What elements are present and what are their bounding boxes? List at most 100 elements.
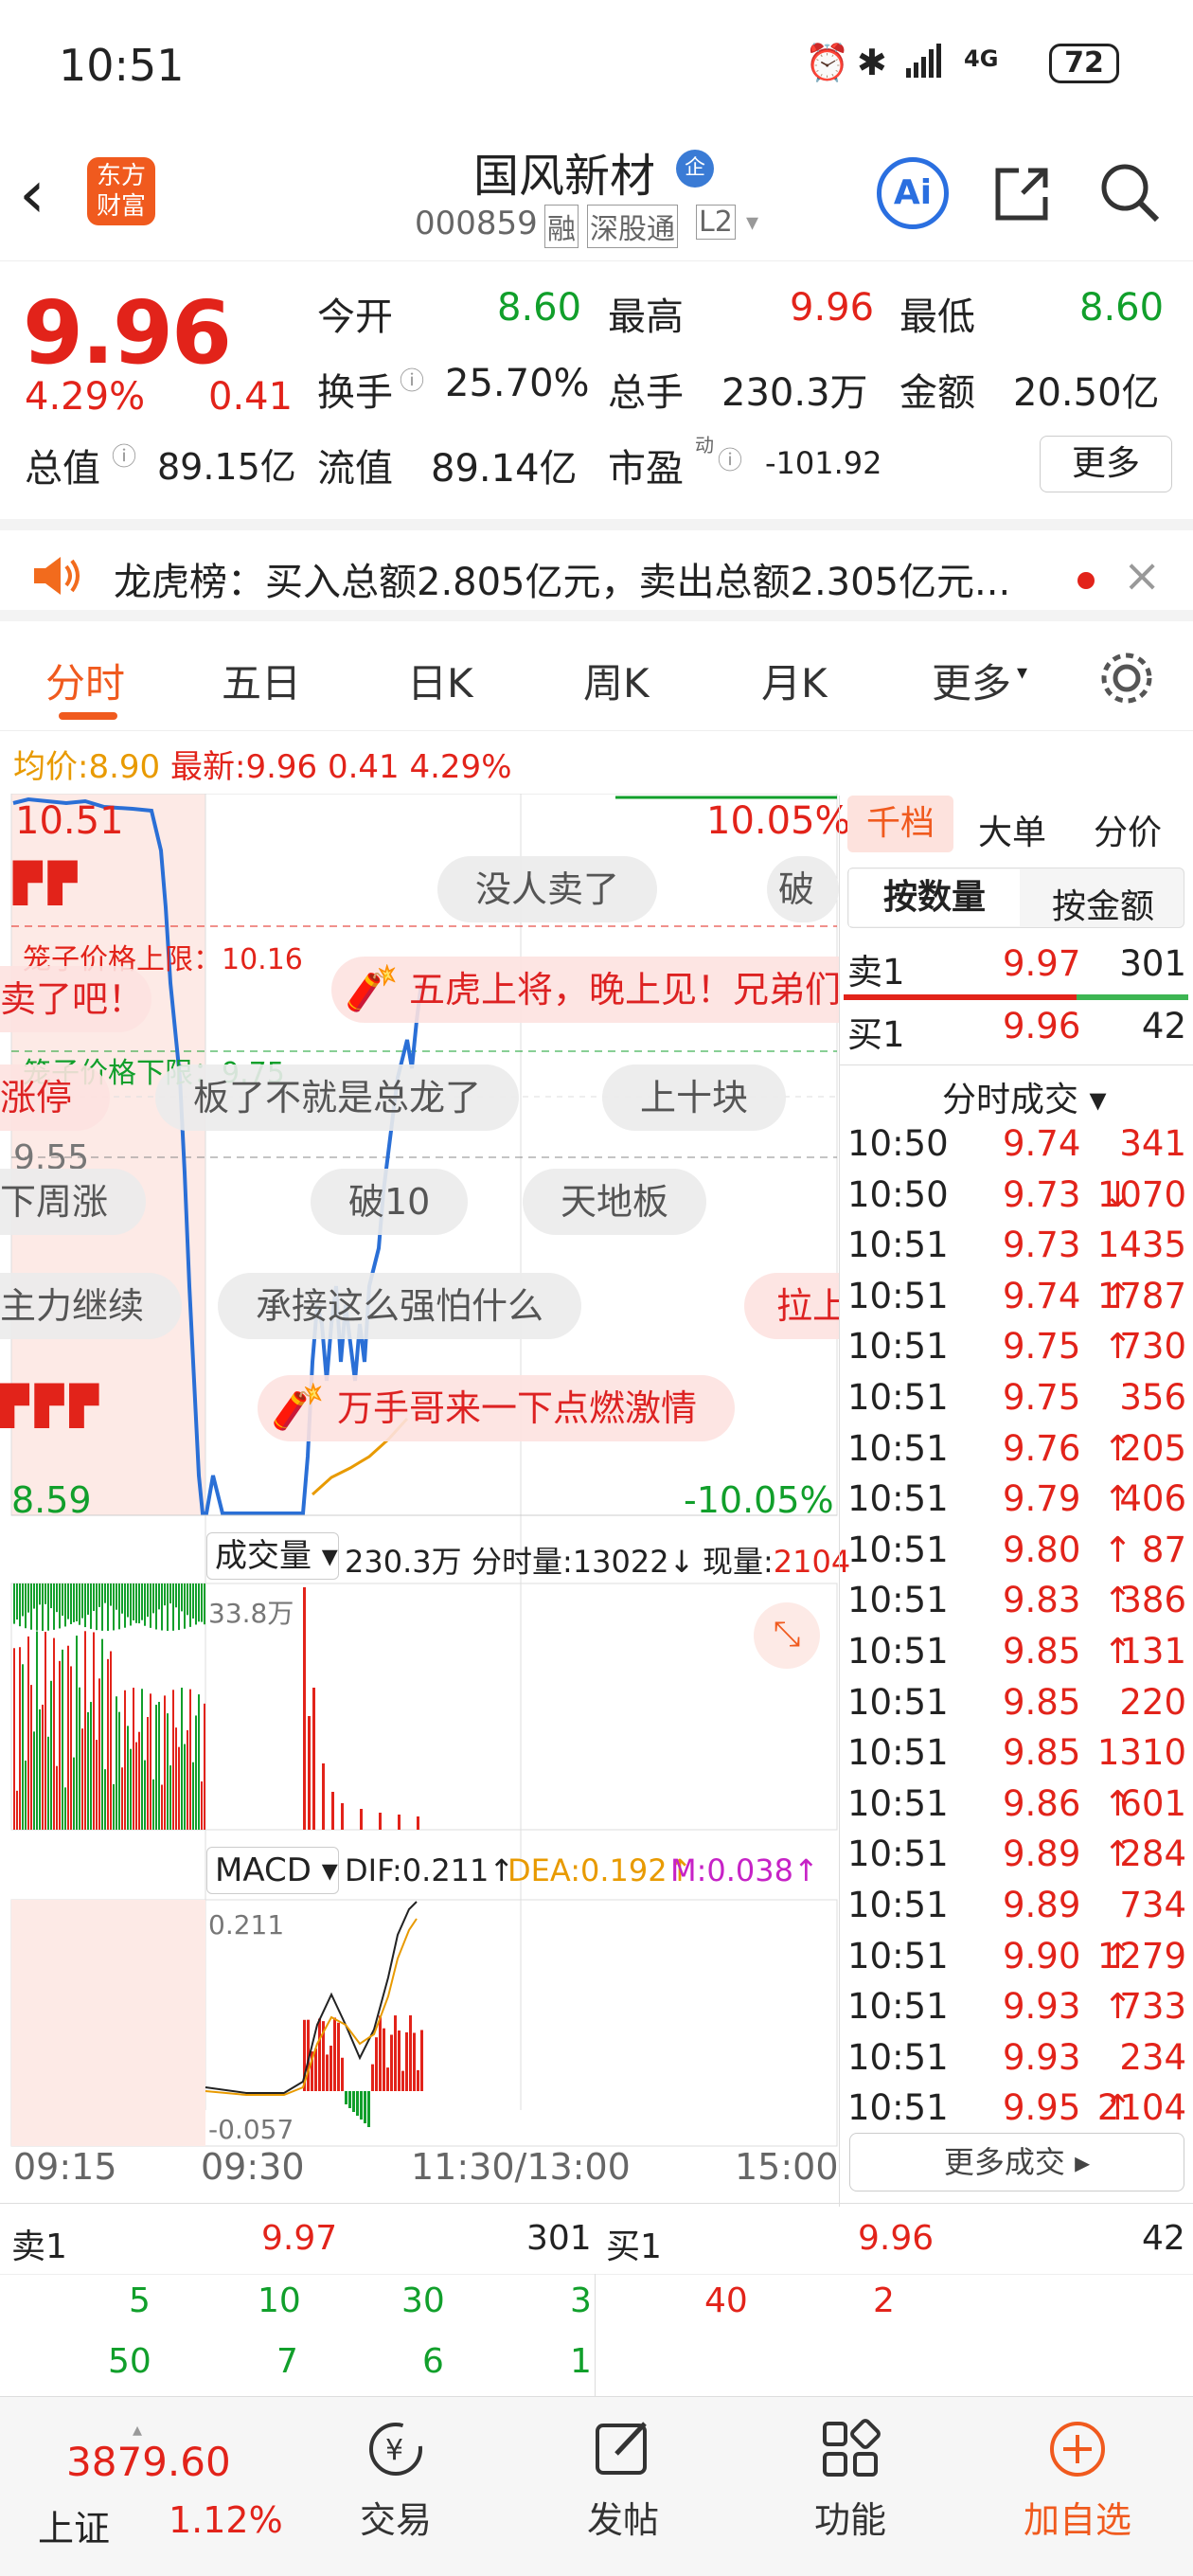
trade-row: 10:51 9.89 ↑ 284 <box>840 1834 1193 1885</box>
volume-bar <box>341 1803 344 1830</box>
volume-bar <box>101 1638 103 1830</box>
info-icon[interactable]: ⓘ <box>400 362 424 397</box>
tab-more[interactable]: 更多 <box>932 652 1011 709</box>
volume-bar <box>36 1631 38 1830</box>
trade-price: 9.86 <box>1003 1782 1081 1824</box>
info-icon[interactable]: ⓘ <box>718 441 742 476</box>
sort-by-amount[interactable]: 按金额 <box>1025 879 1181 928</box>
tab-monthly-k[interactable]: 月K <box>761 652 828 709</box>
trade-price: 9.95 <box>1003 2087 1081 2129</box>
yuan-refresh-icon: ¥ <box>369 2423 422 2476</box>
trade-row: 10:51 9.76 ↑ 205 <box>840 1428 1193 1479</box>
volume-selector[interactable]: 成交量 ▾ <box>206 1532 339 1580</box>
volume-bar <box>118 1711 120 1830</box>
more-button[interactable]: 更多 <box>1040 436 1172 492</box>
trade-price: 9.74 <box>1003 1123 1081 1164</box>
trade-row: 10:51 9.74 ↑ 1787 <box>840 1276 1193 1327</box>
trade-volume: 406 <box>1119 1478 1186 1520</box>
expand-icon[interactable]: ⤡ <box>754 1602 820 1669</box>
volume-bar <box>22 1664 24 1830</box>
more-trades-button[interactable]: 更多成交 ▸ <box>849 2133 1184 2191</box>
tab-weekly-k[interactable]: 周K <box>583 652 650 709</box>
barrage-comment: 破10 <box>311 1169 469 1235</box>
stock-header: ‹ 东方 财富 国风新材 企 000859 融 深股通 L2 ▾ Ai <box>0 133 1193 261</box>
high-label: 最高 <box>608 295 684 339</box>
trade-time: 10:51 <box>847 1275 949 1316</box>
trades-title[interactable]: 分时成交 ▾ <box>942 1072 1107 1121</box>
close-icon[interactable]: × <box>1123 549 1161 602</box>
index-value[interactable]: 3879.60 <box>66 2439 231 2485</box>
volume-bar <box>16 1583 18 1620</box>
trade-price: 9.93 <box>1003 1986 1081 2028</box>
trade-list: 10:50 9.74 341 10:50 9.73 ↓ 1070 10:51 9.73 1435 1… <box>840 1123 1193 2142</box>
search-icon[interactable] <box>1096 159 1163 229</box>
latest-chg: 0.41 <box>327 748 400 786</box>
nav-add-watchlist[interactable]: 加自选 <box>1002 2416 1153 2543</box>
macd-selector[interactable]: MACD ▾ <box>206 1847 339 1894</box>
tab-daily-k[interactable]: 日K <box>407 652 473 709</box>
volume-bar <box>138 1583 140 1624</box>
volume-bar <box>110 1651 112 1830</box>
trade-row: 10:51 9.80 ↑ 87 <box>840 1530 1193 1581</box>
macd-bar <box>371 2064 374 2091</box>
tag-margin: 融 <box>544 205 579 248</box>
dropdown-icon[interactable]: ▾ <box>746 208 758 237</box>
barrage-comment: 五虎上将，晚上见！兄弟们 <box>331 957 839 1023</box>
limit-up-marks: ▛▛ <box>13 862 83 905</box>
ob-sell-queue: 3 <box>570 2281 592 2320</box>
gear-icon[interactable] <box>1098 650 1155 710</box>
tab-depth[interactable]: 千档 <box>847 796 953 852</box>
volume-bar <box>64 1583 66 1627</box>
volume-bar <box>181 1688 183 1830</box>
volume-bar <box>107 1658 109 1830</box>
trade-volume: 1310 <box>1096 1732 1186 1774</box>
tab-big-order[interactable]: 大单 <box>978 805 1046 854</box>
trade-price: 9.89 <box>1003 1834 1081 1875</box>
volume-label: 总手 <box>608 371 684 415</box>
volume-bar <box>172 1690 174 1830</box>
barrage-comment: 上十块 <box>602 1064 787 1131</box>
volume-bar <box>13 1583 15 1624</box>
nav-functions[interactable]: 功能 <box>775 2416 926 2543</box>
ai-button[interactable]: Ai <box>877 157 949 229</box>
trade-dir-icon: ↑ <box>1103 1529 1133 1570</box>
macd-bar <box>314 2048 317 2091</box>
total-value-label: 总值 <box>25 447 100 491</box>
volume-bar <box>70 1583 72 1624</box>
ob-sell-price: 9.97 <box>261 2219 338 2258</box>
macd-bars <box>303 2015 423 2127</box>
info-icon[interactable]: ⓘ <box>112 438 136 473</box>
app-logo[interactable]: 东方 财富 <box>87 157 155 225</box>
volume-bar <box>19 1583 21 1627</box>
nav-trade-label: 交易 <box>359 2499 432 2541</box>
macd-m: M:0.038↑ <box>670 1852 819 1888</box>
trade-row: 10:51 9.89 734 <box>840 1885 1193 1936</box>
fen-label: 分时量: <box>472 1544 573 1580</box>
nav-post[interactable]: 发帖 <box>547 2416 699 2543</box>
total-value: 89.15亿 <box>157 446 296 488</box>
unread-dot <box>1077 572 1095 589</box>
back-arrow-icon[interactable]: ‹ <box>19 155 45 233</box>
volume-bar <box>59 1660 61 1830</box>
tab-price-dist[interactable]: 分价 <box>1094 805 1162 854</box>
trade-time: 10:51 <box>847 1631 949 1672</box>
signal-icon <box>904 42 942 80</box>
sort-by-quantity[interactable]: 按数量 <box>849 869 1020 926</box>
open-label: 今开 <box>317 295 393 339</box>
volume-bar <box>53 1583 55 1630</box>
logo-text-2: 财富 <box>96 192 146 221</box>
time-label: 11:30/13:00 <box>411 2146 631 2188</box>
news-bar[interactable]: 龙虎榜：买入总额2.805亿元，卖出总额2.305亿元... × <box>0 519 1193 621</box>
volume-bar <box>195 1583 197 1625</box>
nav-trade[interactable]: ¥ 交易 <box>320 2416 472 2543</box>
tab-five-day[interactable]: 五日 <box>222 652 301 709</box>
volume-bar <box>144 1760 146 1830</box>
barrage-comment: 下周涨 <box>0 1169 147 1235</box>
barrage-comment: 破 <box>767 856 839 922</box>
volume-bar <box>360 1809 363 1830</box>
macd-dea: DEA:0.192↑ <box>507 1852 693 1888</box>
tab-intraday[interactable]: 分时 <box>45 652 125 709</box>
share-icon[interactable] <box>990 163 1053 229</box>
macd-bar <box>326 2054 329 2091</box>
volume-bar <box>308 1716 311 1830</box>
